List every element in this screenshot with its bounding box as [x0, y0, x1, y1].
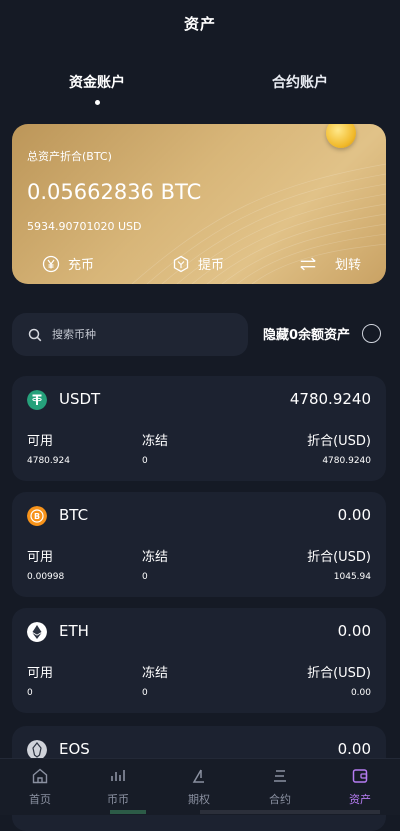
account-tabs: 资金账户 合约账户 [0, 72, 400, 112]
nav-spot[interactable]: 币币 [78, 759, 158, 815]
total-usd-value: 5934.90701020 USD [27, 220, 142, 233]
transfer-button[interactable]: 划转 [299, 254, 361, 273]
nav-label: 首页 [29, 793, 51, 806]
frozen-label: 冻结 [142, 666, 169, 681]
nav-home[interactable]: 首页 [0, 759, 80, 815]
frozen-label: 冻结 [142, 550, 169, 565]
btc-icon: B [27, 506, 47, 526]
asset-total: 0.00 [337, 506, 371, 524]
available-label: 可用 [27, 666, 54, 681]
tab-contract-account[interactable]: 合约账户 [240, 72, 360, 92]
asset-symbol: EOS [59, 740, 90, 758]
transfer-icon [299, 255, 317, 273]
available-label: 可用 [27, 550, 54, 565]
asset-symbol: BTC [59, 506, 89, 524]
nav-label: 币币 [107, 793, 129, 806]
equiv-value: 1045.94 [333, 572, 371, 582]
strip-segment [110, 810, 146, 814]
asset-row-btc[interactable]: B BTC 0.00 可用 冻结 折合(USD) 0.00998 0 1045.… [12, 492, 386, 597]
nav-label: 合约 [269, 793, 291, 806]
contract-icon [274, 770, 286, 782]
options-icon [192, 769, 204, 783]
header: 资产 [0, 0, 400, 46]
frozen-value: 0 [142, 456, 148, 466]
nav-contract[interactable]: 合约 [240, 759, 320, 815]
total-assets-label: 总资产折合(BTC) [27, 150, 112, 163]
eth-icon [27, 622, 47, 642]
asset-total: 4780.9240 [289, 390, 371, 408]
tab-label: 资金账户 [69, 75, 125, 91]
total-assets-card: 总资产折合(BTC) 0.05662836 BTC 5934.90701020 … [12, 124, 386, 284]
hide-zero-label: 隐藏0余额资产 [263, 328, 351, 343]
nav-options[interactable]: 期权 [159, 759, 239, 815]
equiv-value: 4780.9240 [322, 456, 371, 466]
wallet-icon [352, 769, 368, 783]
hide-zero-radio[interactable] [362, 324, 382, 343]
strip-segment [200, 810, 380, 814]
asset-row-usdt[interactable]: USDT 4780.9240 可用 冻结 折合(USD) 4780.924 0 … [12, 376, 386, 481]
search-box[interactable] [12, 313, 248, 356]
hide-zero-toggle[interactable]: 隐藏0余额资产 [263, 324, 382, 343]
active-tab-indicator [94, 100, 100, 105]
asset-total: 0.00 [337, 622, 371, 640]
svg-text:B: B [34, 512, 40, 521]
frozen-label: 冻结 [142, 434, 169, 449]
eos-icon [27, 740, 47, 760]
search-icon [28, 328, 42, 341]
tab-label: 合约账户 [272, 75, 328, 91]
yen-circle-icon [42, 255, 60, 273]
available-label: 可用 [27, 434, 54, 449]
available-value: 0.00998 [27, 572, 65, 582]
nav-label: 资产 [349, 793, 371, 806]
deposit-label: 充币 [68, 258, 95, 273]
home-icon [32, 768, 48, 784]
chart-trend-icon [111, 770, 125, 781]
bottom-navigation: 首页 币币 期权 合约 资产 [0, 758, 400, 815]
withdraw-label: 提币 [198, 258, 225, 273]
available-value: 0 [27, 688, 33, 698]
usdt-icon [27, 390, 47, 410]
home-indicator-strip [0, 810, 400, 814]
card-actions: 充币 提币 划转 [12, 254, 386, 276]
transfer-label: 划转 [335, 258, 362, 273]
asset-symbol: USDT [59, 390, 101, 408]
withdraw-icon [172, 255, 190, 273]
withdraw-button[interactable]: 提币 [172, 254, 224, 273]
equiv-value: 0.00 [350, 688, 371, 698]
available-value: 4780.924 [27, 456, 70, 466]
tab-funding-account[interactable]: 资金账户 [37, 72, 157, 105]
asset-total: 0.00 [337, 740, 371, 758]
nav-assets[interactable]: 资产 [320, 759, 400, 815]
equiv-label: 折合(USD) [307, 550, 371, 565]
frozen-value: 0 [142, 688, 148, 698]
total-btc-value: 0.05662836 BTC [27, 180, 202, 204]
search-input[interactable] [50, 327, 224, 342]
page-title: 资产 [183, 14, 216, 33]
equiv-label: 折合(USD) [307, 666, 371, 681]
asset-row-eth[interactable]: ETH 0.00 可用 冻结 折合(USD) 0 0 0.00 [12, 608, 386, 713]
asset-symbol: ETH [59, 622, 89, 640]
equiv-label: 折合(USD) [307, 434, 371, 449]
deposit-button[interactable]: 充币 [42, 254, 94, 273]
nav-label: 期权 [188, 793, 210, 806]
frozen-value: 0 [142, 572, 148, 582]
